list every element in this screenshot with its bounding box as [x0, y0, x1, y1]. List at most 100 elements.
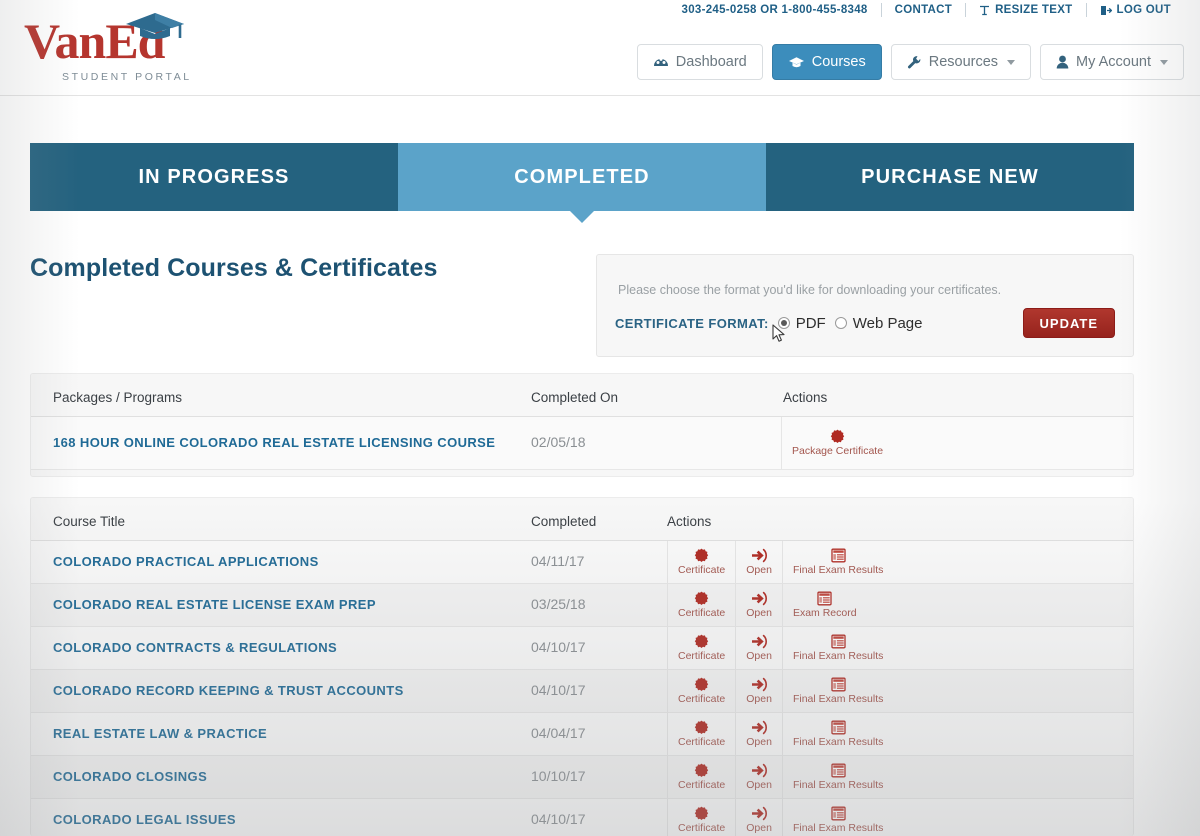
- radio-label-web-page[interactable]: Web Page: [853, 315, 923, 332]
- course-link[interactable]: COLORADO LEGAL ISSUES: [53, 812, 236, 827]
- site-header: VanEd STUDENT PORTAL 303-245-0258 OR 1-8…: [0, 0, 1200, 96]
- action-label: Final Exam Results: [792, 649, 884, 662]
- action-certificate[interactable]: Certificate: [667, 627, 735, 669]
- phone-numbers[interactable]: 303-245-0258 OR 1-800-455-8348: [669, 4, 881, 16]
- action-open[interactable]: Open: [735, 713, 782, 755]
- page-title: Completed Courses & Certificates: [30, 254, 438, 282]
- radio-label-pdf[interactable]: PDF: [796, 315, 826, 332]
- radio-pdf[interactable]: [777, 317, 790, 329]
- package-completed-date: 02/05/18: [531, 434, 586, 450]
- actions-group: Certificate Open Final Exam Results: [667, 670, 1133, 712]
- course-date-cell: 04/04/17: [531, 712, 667, 756]
- action-label: Certificate: [678, 735, 726, 748]
- action-open[interactable]: Open: [735, 670, 782, 712]
- exam-document-icon: [831, 634, 846, 650]
- action-label: Open: [746, 778, 772, 791]
- action-certificate[interactable]: Certificate: [667, 584, 735, 626]
- action-final-exam-results[interactable]: Final Exam Results: [781, 541, 893, 583]
- action-open[interactable]: Open: [735, 584, 782, 626]
- course-completed-date: 04/10/17: [531, 811, 586, 827]
- action-label: Open: [746, 735, 772, 748]
- action-label: Open: [746, 692, 772, 705]
- course-link[interactable]: COLORADO CONTRACTS & REGULATIONS: [53, 640, 337, 655]
- action-certificate[interactable]: Certificate: [667, 541, 735, 583]
- exam-document-icon: [831, 548, 846, 564]
- table-row: COLORADO LEGAL ISSUES 04/10/17 Certificate…: [31, 798, 1133, 836]
- tab-in-progress[interactable]: IN PROGRESS: [30, 143, 398, 211]
- table-row: COLORADO REAL ESTATE LICENSE EXAM PREP 03…: [31, 583, 1133, 627]
- package-link[interactable]: 168 HOUR ONLINE COLORADO REAL ESTATE LIC…: [53, 435, 495, 450]
- action-label: Final Exam Results: [792, 778, 884, 791]
- action-certificate[interactable]: Certificate: [667, 756, 735, 798]
- action-final-exam-results[interactable]: Final Exam Results: [781, 799, 893, 836]
- action-final-exam-results[interactable]: Final Exam Results: [781, 627, 893, 669]
- course-link[interactable]: REAL ESTATE LAW & PRACTICE: [53, 726, 267, 741]
- open-arrow-icon: [751, 763, 768, 779]
- action-open[interactable]: Open: [735, 799, 782, 836]
- contact-link[interactable]: CONTACT: [882, 4, 965, 16]
- exam-document-icon: [817, 591, 832, 607]
- action-final-exam-results[interactable]: Final Exam Results: [781, 756, 893, 798]
- table-row: COLORADO CLOSINGS 10/10/17 Certificate Open…: [31, 755, 1133, 799]
- action-final-exam-results[interactable]: Final Exam Results: [781, 713, 893, 755]
- action-label-package-certificate: Package Certificate: [792, 444, 884, 457]
- vaned-logo[interactable]: VanEd STUDENT PORTAL: [24, 8, 224, 88]
- log-out-link[interactable]: LOG OUT: [1087, 4, 1185, 16]
- action-open[interactable]: Open: [735, 541, 782, 583]
- header-completed-on: Completed On: [531, 374, 781, 417]
- open-arrow-icon: [751, 720, 768, 736]
- radio-web-page[interactable]: [834, 317, 847, 329]
- course-link[interactable]: COLORADO RECORD KEEPING & TRUST ACCOUNTS: [53, 683, 404, 698]
- page-root: VanEd STUDENT PORTAL 303-245-0258 OR 1-8…: [0, 0, 1200, 836]
- action-final-exam-results[interactable]: Final Exam Results: [781, 670, 893, 712]
- action-package-certificate[interactable]: Package Certificate: [781, 417, 893, 469]
- actions-spacer: [893, 417, 1045, 469]
- actions-group: Certificate Open Final Exam Results: [667, 627, 1133, 669]
- table-header-row: Course Title Completed Actions: [31, 498, 1133, 541]
- open-arrow-icon: [751, 634, 768, 650]
- course-actions-cell: Certificate Open Exam Record: [667, 583, 1133, 627]
- resize-text-link[interactable]: RESIZE TEXT: [966, 4, 1085, 16]
- course-link[interactable]: COLORADO PRACTICAL APPLICATIONS: [53, 554, 319, 569]
- table-row: COLORADO CONTRACTS & REGULATIONS 04/10/17…: [31, 626, 1133, 670]
- certificate-format-label: CERTIFICATE FORMAT:: [615, 315, 769, 331]
- course-link[interactable]: COLORADO CLOSINGS: [53, 769, 207, 784]
- action-exam-record[interactable]: Exam Record: [781, 584, 867, 626]
- courses-table-head: Course Title Completed Actions: [31, 498, 1133, 541]
- update-button[interactable]: UPDATE: [1022, 308, 1115, 338]
- packages-table-head: Packages / Programs Completed On Actions: [31, 374, 1133, 417]
- packages-table-body: 168 HOUR ONLINE COLORADO REAL ESTATE LIC…: [31, 416, 1133, 470]
- course-completed-date: 04/11/17: [531, 553, 585, 569]
- chevron-down-icon: [1160, 59, 1168, 65]
- action-certificate[interactable]: Certificate: [667, 670, 735, 712]
- action-label: Final Exam Results: [792, 692, 884, 705]
- graduation-cap-icon: [788, 56, 805, 69]
- course-completed-date: 10/10/17: [531, 768, 586, 784]
- certificate-seal-icon: [694, 591, 709, 607]
- nav-button-dashboard[interactable]: Dashboard: [636, 44, 763, 80]
- action-certificate[interactable]: Certificate: [667, 713, 735, 755]
- open-arrow-icon: [751, 548, 768, 564]
- action-open[interactable]: Open: [735, 627, 782, 669]
- tab-label-in-progress: IN PROGRESS: [138, 165, 290, 188]
- header-packages-programs: Packages / Programs: [31, 374, 531, 417]
- action-open[interactable]: Open: [735, 756, 782, 798]
- exam-document-icon: [831, 806, 846, 822]
- tab-completed[interactable]: COMPLETED: [398, 143, 766, 223]
- table-header-row: Packages / Programs Completed On Actions: [31, 374, 1133, 417]
- tab-purchase-new[interactable]: PURCHASE NEW: [766, 143, 1134, 211]
- action-certificate[interactable]: Certificate: [667, 799, 735, 836]
- course-date-cell: 04/10/17: [531, 669, 667, 713]
- course-title-cell: COLORADO RECORD KEEPING & TRUST ACCOUNTS: [31, 669, 531, 713]
- nav-button-resources[interactable]: Resources: [890, 44, 1032, 80]
- course-title-cell: COLORADO LEGAL ISSUES: [31, 798, 531, 836]
- logo-subtitle: STUDENT PORTAL: [62, 71, 192, 83]
- course-actions-cell: Certificate Open Final Exam Results: [667, 755, 1133, 799]
- course-link[interactable]: COLORADO REAL ESTATE LICENSE EXAM PREP: [53, 597, 376, 612]
- nav-button-my-account[interactable]: My Account: [1040, 44, 1184, 80]
- certificate-seal-icon: [694, 634, 709, 650]
- action-label: Open: [746, 821, 772, 834]
- nav-button-courses[interactable]: Courses: [771, 44, 882, 80]
- action-label: Certificate: [678, 692, 726, 705]
- course-actions-cell: Certificate Open Final Exam Results: [667, 712, 1133, 756]
